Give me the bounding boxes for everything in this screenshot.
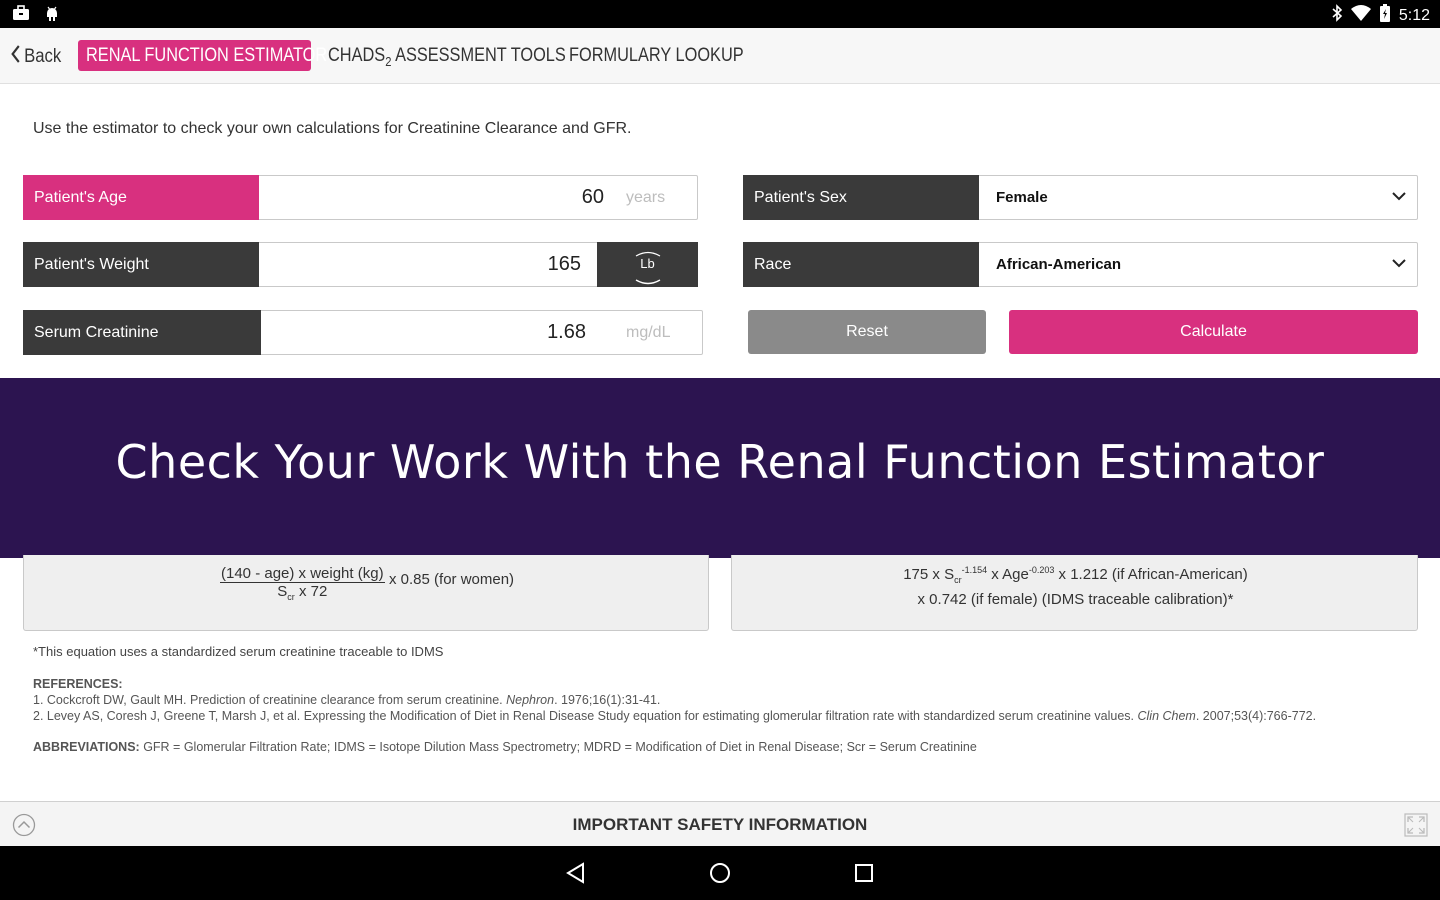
tab-renal-function-estimator[interactable]: RENAL FUNCTION ESTIMATOR bbox=[78, 40, 327, 71]
tab-formulary-lookup[interactable]: FORMULARY LOOKUP bbox=[561, 40, 780, 71]
bluetooth-icon bbox=[1331, 4, 1343, 27]
reset-button[interactable]: Reset bbox=[748, 310, 986, 354]
creatinine-value[interactable]: 1.68 bbox=[324, 311, 586, 354]
chevron-left-icon bbox=[10, 44, 21, 70]
promo-banner: Check Your Work With the Renal Function … bbox=[0, 378, 1440, 558]
reference-2: 2. Levey AS, Coresh J, Greene T, Marsh J… bbox=[33, 709, 1317, 723]
back-triangle-icon[interactable] bbox=[565, 862, 587, 889]
weight-unit: Lb bbox=[640, 256, 655, 271]
top-nav: Back RENAL FUNCTION ESTIMATOR CHADS2 ASS… bbox=[0, 28, 1440, 84]
race-label: Race bbox=[743, 242, 979, 287]
equation-denominator: Scr x 72 bbox=[277, 583, 328, 602]
chevron-down-icon bbox=[634, 275, 662, 290]
clock: 5:12 bbox=[1398, 6, 1430, 24]
creatinine-label: Serum Creatinine bbox=[23, 310, 261, 355]
weight-unit-toggle[interactable]: Lb bbox=[597, 242, 698, 287]
mdrd-line-1: 175 x Scr-1.154 x Age-0.203 x 1.212 (if … bbox=[903, 565, 1248, 585]
back-label: Back bbox=[24, 46, 62, 67]
footnote: *This equation uses a standardized serum… bbox=[33, 644, 444, 659]
recents-square-icon[interactable] bbox=[854, 863, 874, 888]
references-heading: REFERENCES: bbox=[33, 677, 123, 691]
weight-field[interactable]: Patient's Weight 165 Lb bbox=[23, 242, 698, 287]
safety-information-bar[interactable]: IMPORTANT SAFETY INFORMATION bbox=[0, 801, 1440, 846]
weight-label: Patient's Weight bbox=[23, 242, 259, 287]
system-navigation-bar bbox=[0, 846, 1440, 900]
equation-suffix: x 0.85 (for women) bbox=[389, 571, 515, 588]
battery-icon bbox=[1379, 4, 1391, 27]
sex-label: Patient's Sex bbox=[743, 175, 979, 220]
age-value[interactable]: 60 bbox=[324, 176, 604, 219]
wifi-icon bbox=[1350, 5, 1371, 26]
sex-value: Female bbox=[996, 189, 1048, 206]
intro-text: Use the estimator to check your own calc… bbox=[33, 120, 632, 137]
status-bar: 5:12 bbox=[0, 0, 1440, 28]
weight-value[interactable]: 165 bbox=[324, 243, 581, 286]
fullscreen-icon[interactable] bbox=[1404, 813, 1428, 842]
sex-select[interactable]: Patient's Sex Female bbox=[743, 175, 1418, 220]
references: REFERENCES: 1. Cockcroft DW, Gault MH. P… bbox=[33, 676, 1316, 755]
abbreviations: ABBREVIATIONS: GFR = Glomerular Filtrati… bbox=[33, 740, 977, 754]
android-icon bbox=[44, 5, 60, 28]
chevron-down-icon bbox=[1391, 255, 1407, 276]
race-value: African-American bbox=[996, 256, 1122, 273]
creatinine-unit: mg/dL bbox=[626, 324, 671, 341]
age-field[interactable]: Patient's Age 60 years bbox=[23, 175, 698, 220]
home-circle-icon[interactable] bbox=[709, 862, 731, 889]
equation-numerator: (140 - age) x weight (kg) bbox=[220, 565, 385, 583]
age-label: Patient's Age bbox=[23, 175, 259, 220]
cockcroft-gault-equation: (140 - age) x weight (kg) Scr x 72 x 0.8… bbox=[23, 555, 709, 631]
creatinine-field[interactable]: Serum Creatinine 1.68 mg/dL bbox=[23, 310, 703, 355]
mdrd-equation: 175 x Scr-1.154 x Age-0.203 x 1.212 (if … bbox=[731, 555, 1418, 631]
age-unit: years bbox=[626, 189, 666, 206]
back-button[interactable]: Back bbox=[10, 44, 61, 70]
mdrd-line-2: x 0.742 (if female) (IDMS traceable cali… bbox=[917, 591, 1234, 608]
reference-1: 1. Cockcroft DW, Gault MH. Prediction of… bbox=[33, 693, 661, 707]
chevron-down-icon bbox=[1391, 188, 1407, 209]
briefcase-icon bbox=[12, 5, 30, 28]
safety-information-title: IMPORTANT SAFETY INFORMATION bbox=[572, 815, 868, 834]
calculate-button[interactable]: Calculate bbox=[1009, 310, 1418, 354]
race-select[interactable]: Race African-American bbox=[743, 242, 1418, 287]
